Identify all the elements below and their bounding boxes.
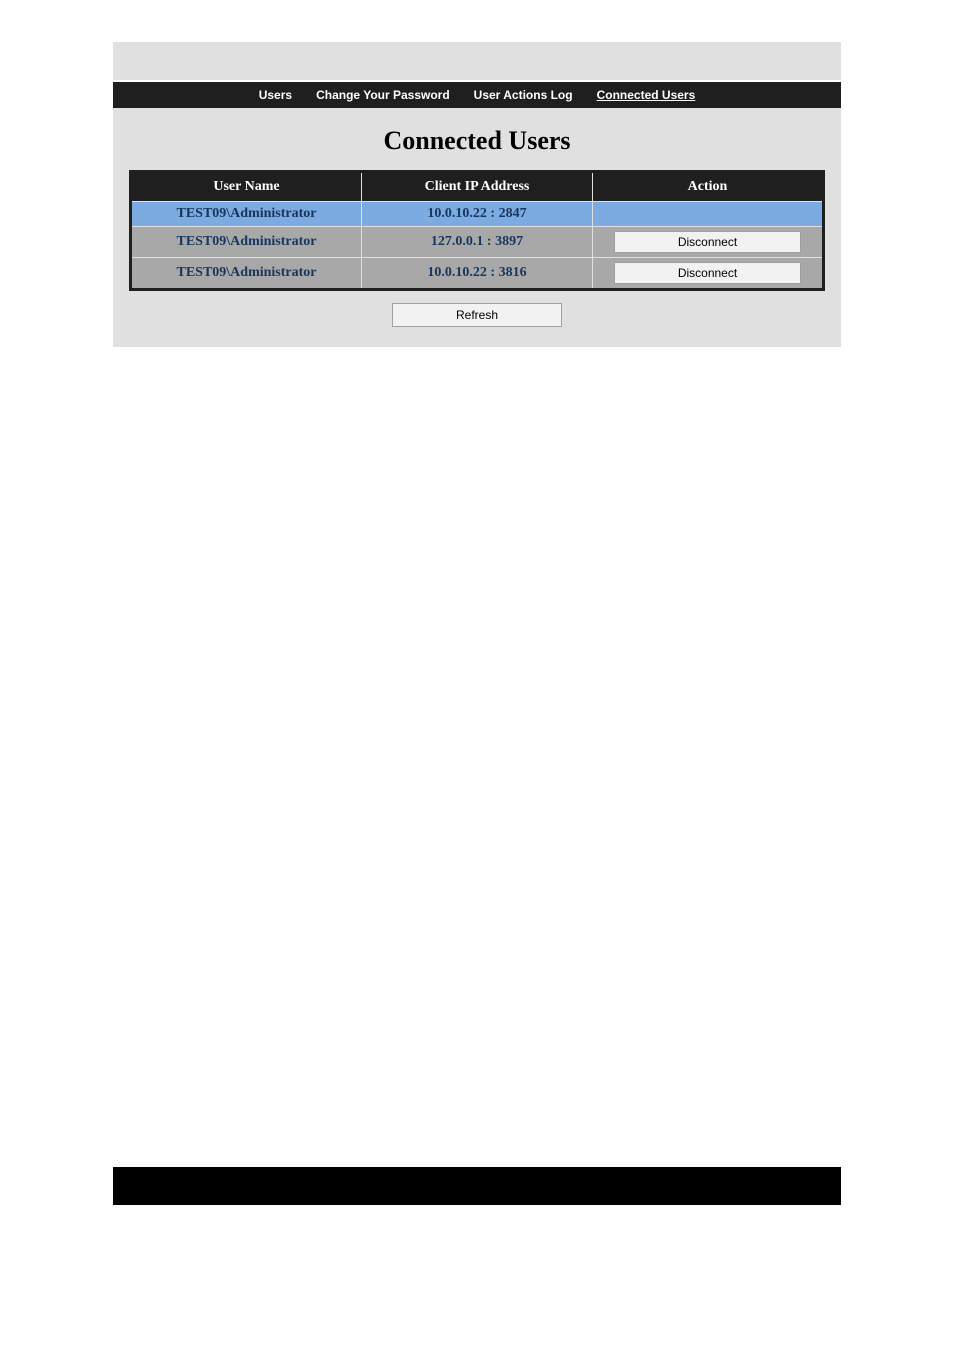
col-header-user: User Name bbox=[131, 172, 362, 202]
refresh-button[interactable]: Refresh bbox=[392, 303, 562, 327]
nav-user-actions-log[interactable]: User Actions Log bbox=[470, 86, 577, 104]
footer-bar bbox=[113, 1167, 841, 1205]
cell-action: Disconnect bbox=[593, 258, 824, 290]
refresh-wrap: Refresh bbox=[113, 303, 841, 327]
cell-action bbox=[593, 202, 824, 227]
nav-change-password[interactable]: Change Your Password bbox=[312, 86, 454, 104]
table-row[interactable]: TEST09\Administrator 10.0.10.22 : 3816 D… bbox=[131, 258, 824, 290]
cell-user: TEST09\Administrator bbox=[131, 258, 362, 290]
cell-ip: 10.0.10.22 : 2847 bbox=[362, 202, 593, 227]
col-header-ip: Client IP Address bbox=[362, 172, 593, 202]
nav-users[interactable]: Users bbox=[255, 86, 296, 104]
cell-action: Disconnect bbox=[593, 227, 824, 258]
table-row[interactable]: TEST09\Administrator 127.0.0.1 : 3897 Di… bbox=[131, 227, 824, 258]
connected-users-table: User Name Client IP Address Action TEST0… bbox=[129, 170, 825, 291]
cell-ip: 127.0.0.1 : 3897 bbox=[362, 227, 593, 258]
cell-user: TEST09\Administrator bbox=[131, 227, 362, 258]
nav-connected-users[interactable]: Connected Users bbox=[593, 86, 700, 104]
nav-bar: Users Change Your Password User Actions … bbox=[113, 82, 841, 108]
content-area: Users Change Your Password User Actions … bbox=[113, 82, 841, 347]
spacer bbox=[0, 347, 954, 1167]
cell-ip: 10.0.10.22 : 3816 bbox=[362, 258, 593, 290]
disconnect-button[interactable]: Disconnect bbox=[614, 231, 802, 253]
page-title: Connected Users bbox=[113, 126, 841, 156]
col-header-action: Action bbox=[593, 172, 824, 202]
top-bar bbox=[113, 42, 841, 80]
table-header-row: User Name Client IP Address Action bbox=[131, 172, 824, 202]
cell-user: TEST09\Administrator bbox=[131, 202, 362, 227]
table-row[interactable]: TEST09\Administrator 10.0.10.22 : 2847 bbox=[131, 202, 824, 227]
disconnect-button[interactable]: Disconnect bbox=[614, 262, 802, 284]
